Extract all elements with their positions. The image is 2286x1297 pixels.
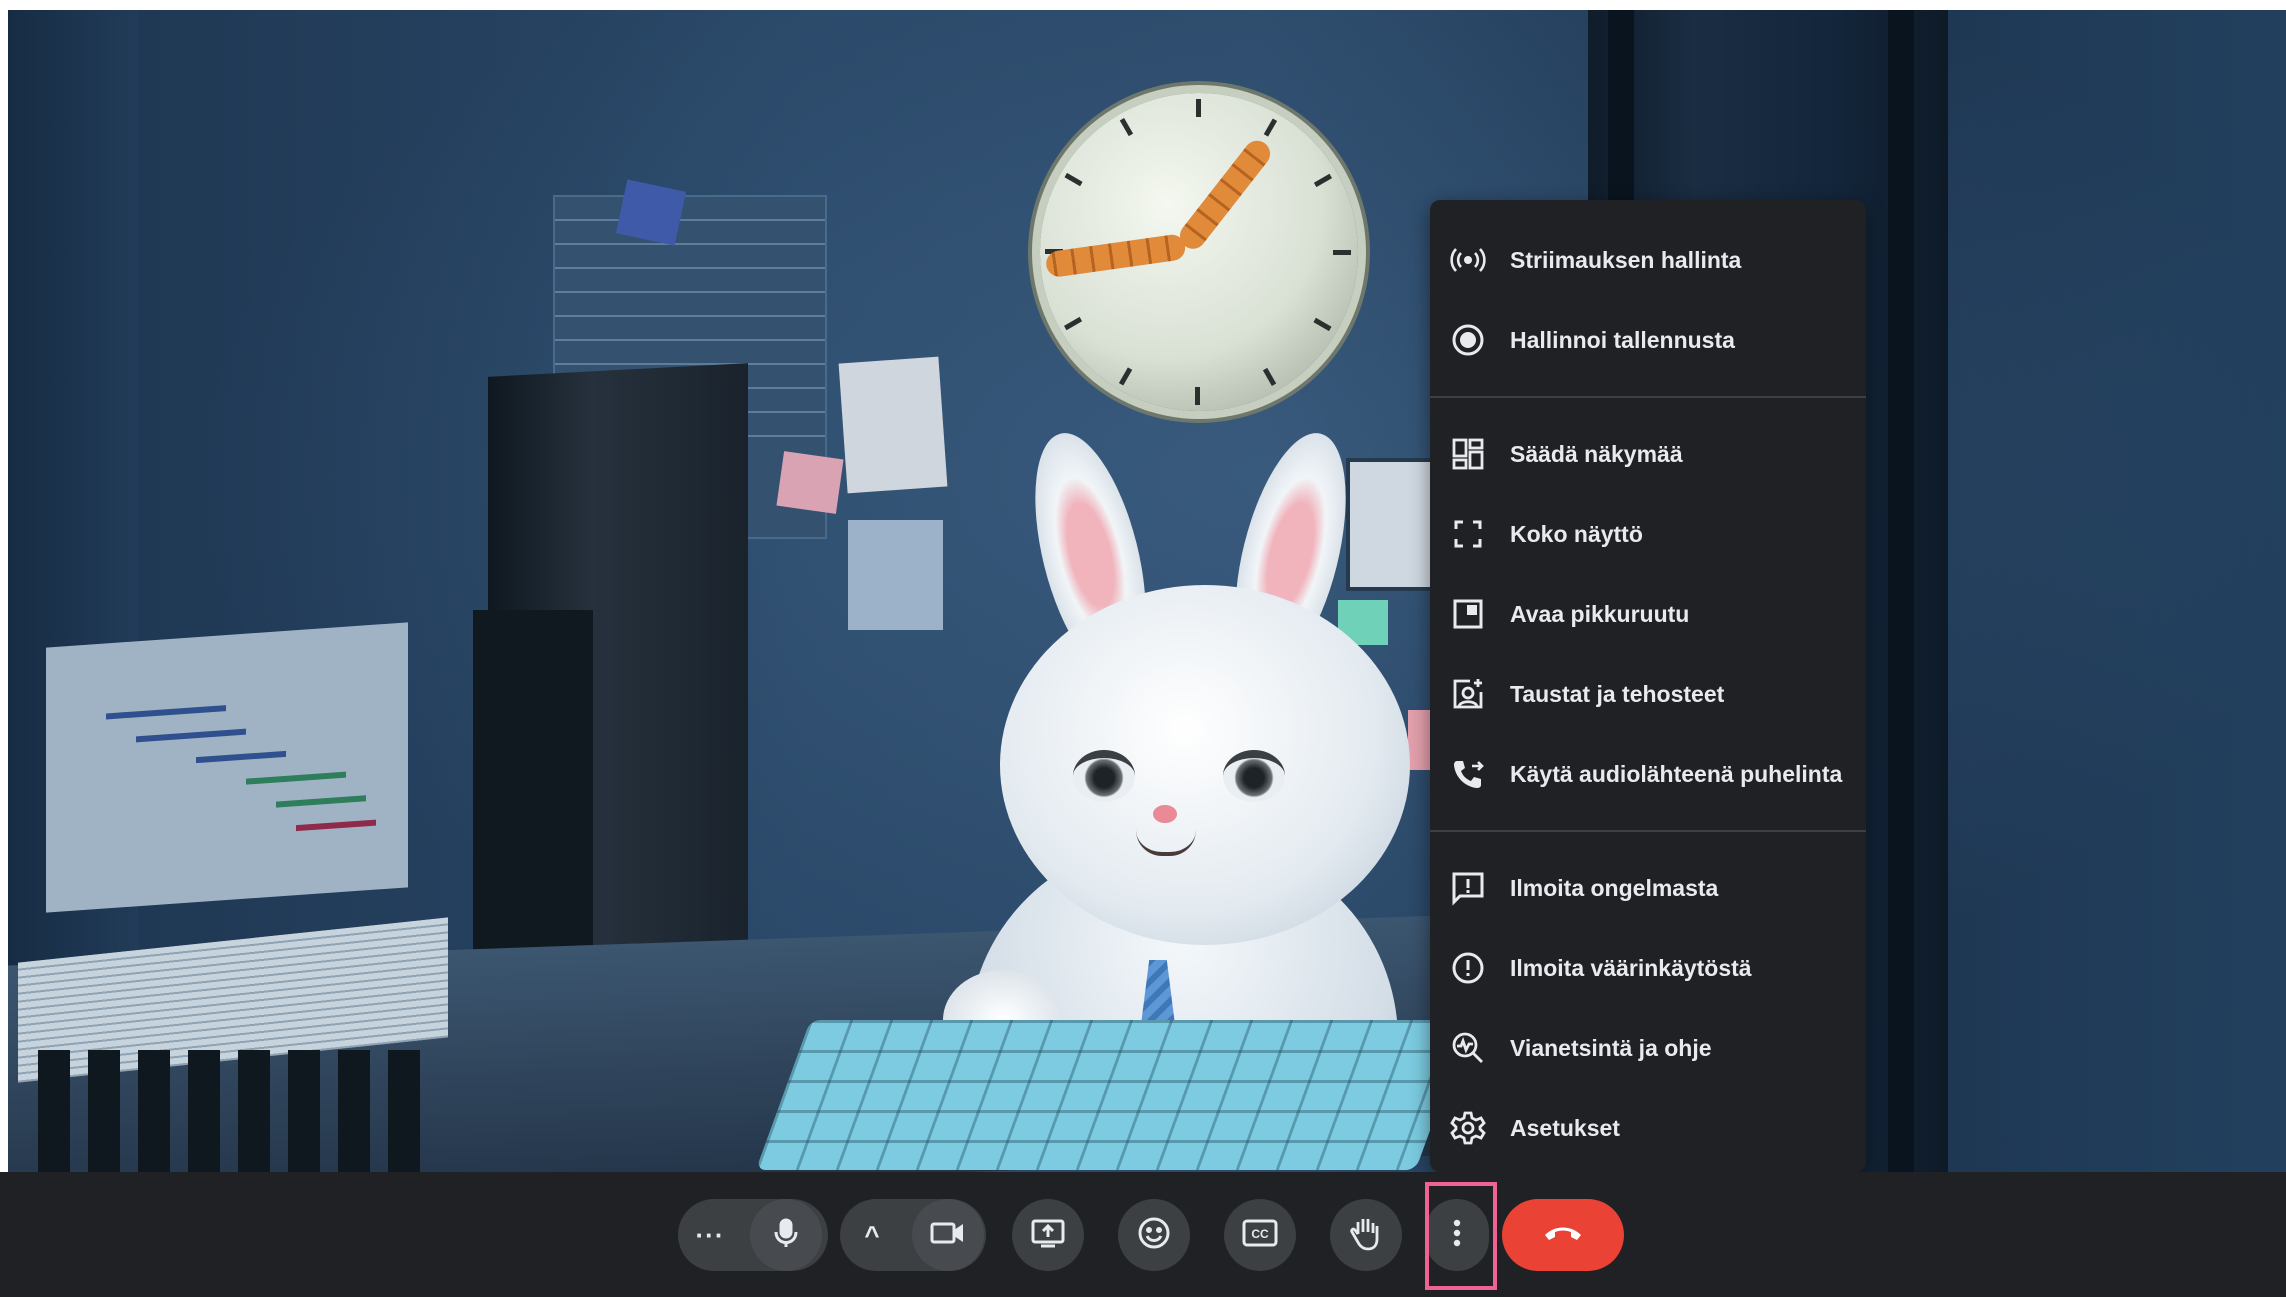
menu-item-label: Avaa pikkuruutu [1510,600,1690,627]
layout-icon [1448,434,1488,474]
backgrounds-effects-icon [1448,674,1488,714]
keyboard [755,1020,1471,1170]
framed-certificate [1346,458,1434,591]
present-screen-icon [1029,1216,1067,1255]
camera-icon [929,1216,967,1255]
more-options-button[interactable] [1425,1199,1489,1271]
raise-hand-button[interactable] [1330,1199,1402,1271]
menu-divider [1430,396,1866,398]
bunny-avatar-head [1000,585,1410,945]
menu-item-label: Taustat ja tehosteet [1510,680,1725,707]
more-vert-icon [1451,1215,1463,1256]
menu-item-label: Käytä audiolähteenä puhelinta [1510,760,1843,787]
record-icon [1448,320,1488,360]
menu-item-label: Vianetsintä ja ohje [1510,1034,1712,1061]
menu-item-layout[interactable]: Säädä näkymää [1430,414,1866,494]
menu-item-picture-in-picture[interactable]: Avaa pikkuruutu [1430,574,1866,654]
menu-item-report-abuse[interactable]: Ilmoita väärinkäytöstä [1430,928,1866,1008]
microphone-icon [769,1216,803,1255]
menu-item-label: Asetukset [1510,1114,1620,1141]
menu-item-label: Hallinnoi tallennusta [1510,326,1735,353]
video-control-group: ^ [840,1199,986,1271]
menu-divider [1430,830,1866,832]
pinned-notes [848,520,943,630]
picture-in-picture-icon [1448,594,1488,634]
menu-item-fullscreen[interactable]: Koko näyttö [1430,494,1866,574]
menu-item-label: Striimauksen hallinta [1510,246,1742,273]
video-options-button[interactable]: ^ [840,1199,904,1271]
child-drawing [838,356,948,494]
menu-item-label: Säädä näkymää [1510,440,1683,467]
menu-item-recording[interactable]: Hallinnoi tallennusta [1430,300,1866,380]
settings-icon [1448,1108,1488,1148]
menu-item-settings[interactable]: Asetukset [1430,1088,1866,1168]
captions-button[interactable]: CC [1224,1199,1296,1271]
hang-up-icon [1541,1221,1585,1250]
menu-item-label: Ilmoita väärinkäytöstä [1510,954,1752,981]
menu-item-backgrounds[interactable]: Taustat ja tehosteet [1430,654,1866,734]
audio-options-label: ··· [695,1219,725,1250]
more-options-menu: Striimauksen hallinta Hallinnoi tallennu… [1430,200,1866,1172]
call-controls-bar: ··· ^ CC [0,1172,2286,1297]
leave-call-button[interactable] [1502,1199,1624,1271]
wall-chart [46,622,408,913]
menu-item-label: Koko näyttö [1510,520,1643,547]
menu-item-label: Ilmoita ongelmasta [1510,874,1719,901]
wall-clock [1040,93,1358,411]
phone-audio-icon [1448,754,1488,794]
audio-control-group: ··· [678,1199,828,1271]
emoji-icon [1136,1215,1172,1256]
troubleshooting-icon [1448,1028,1488,1068]
menu-item-phone-audio[interactable]: Käytä audiolähteenä puhelinta [1430,734,1866,814]
svg-text:CC: CC [1251,1227,1269,1241]
participant-video [8,10,2286,1172]
camera-button[interactable] [912,1199,984,1271]
report-problem-icon [1448,868,1488,908]
microphone-button[interactable] [750,1199,822,1271]
fullscreen-icon [1448,514,1488,554]
emoji-reactions-button[interactable] [1118,1199,1190,1271]
closed-captions-icon: CC [1241,1217,1279,1254]
menu-item-report-problem[interactable]: Ilmoita ongelmasta [1430,848,1866,928]
menu-item-streaming[interactable]: Striimauksen hallinta [1430,220,1866,300]
audio-options-button[interactable]: ··· [678,1199,742,1271]
menu-item-troubleshooting[interactable]: Vianetsintä ja ohje [1430,1008,1866,1088]
present-screen-button[interactable] [1012,1199,1084,1271]
hand-icon [1348,1214,1384,1257]
chevron-up-icon: ^ [864,1219,880,1250]
live-stream-icon [1448,240,1488,280]
report-abuse-icon [1448,948,1488,988]
